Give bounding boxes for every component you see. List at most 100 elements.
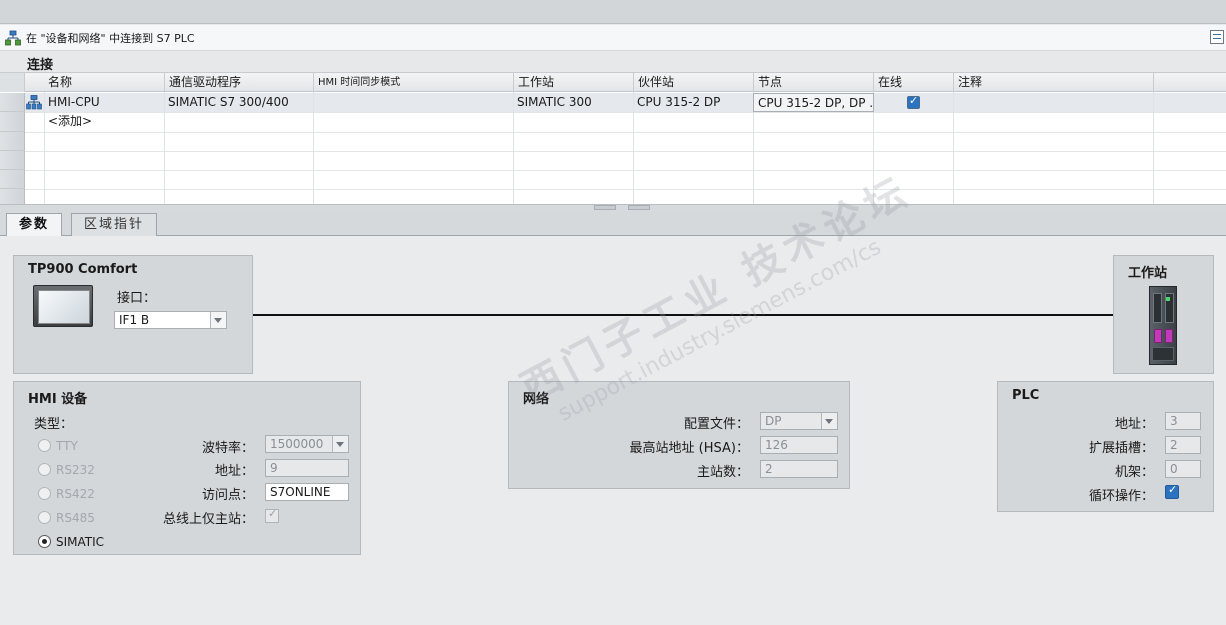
- masters-field[interactable]: 2: [760, 460, 838, 478]
- cell-partner[interactable]: CPU 315-2 DP: [633, 93, 753, 112]
- row-header[interactable]: [0, 93, 25, 112]
- col-partner[interactable]: 伙伴站: [634, 73, 754, 92]
- properties-tabs: 参数 区域指针: [0, 211, 1226, 237]
- masters-label: 主站数：: [696, 465, 749, 480]
- row-divider: [25, 151, 1226, 152]
- hmi-address-label: 地址：: [214, 464, 254, 479]
- cell-node[interactable]: CPU 315-2 DP, DP ...: [753, 93, 874, 112]
- radio-rs422-label: RS422: [56, 487, 95, 501]
- col-online[interactable]: 在线: [874, 73, 954, 92]
- plc-dp-port: [1165, 329, 1173, 343]
- station-title: 工作站: [1128, 266, 1168, 281]
- col-time-sync[interactable]: HMI 时间同步模式: [314, 73, 514, 92]
- tab-parameters[interactable]: 参数: [6, 213, 63, 237]
- hmi-device-title: TP900 Comfort: [28, 262, 138, 277]
- master-only-label: 总线上仅主站：: [162, 512, 254, 527]
- row-header[interactable]: [0, 132, 25, 151]
- connections-heading: 连接: [27, 58, 54, 73]
- hmi-panel-image: [33, 285, 93, 327]
- profile-value: DP: [765, 414, 782, 428]
- editor-title: 在 "设备和网络" 中连接到 S7 PLC: [26, 31, 195, 45]
- plc-dp-port: [1154, 329, 1162, 343]
- col-node[interactable]: 节点: [754, 73, 874, 92]
- radio-rs422[interactable]: [38, 487, 51, 500]
- access-point-label: 访问点：: [201, 488, 254, 503]
- radio-simatic-label: SIMATIC: [56, 535, 105, 549]
- plc-module-slot: [1153, 293, 1162, 323]
- baud-select[interactable]: 1500000: [265, 435, 349, 453]
- radio-tty-label: TTY: [56, 439, 78, 453]
- row-header[interactable]: [0, 151, 25, 170]
- plc-address-field[interactable]: 3: [1165, 412, 1201, 430]
- col-driver[interactable]: 通信驱动程序: [165, 73, 314, 92]
- radio-tty[interactable]: [38, 439, 51, 452]
- rack-label: 机架：: [1114, 465, 1154, 480]
- interface-select[interactable]: IF1 B: [114, 311, 227, 329]
- row-divider: [25, 132, 1226, 133]
- expansion-slot-field[interactable]: 2: [1165, 436, 1201, 454]
- collapse-down-handle[interactable]: [628, 205, 650, 210]
- row-divider: [25, 112, 1226, 113]
- radio-rs485-label: RS485: [56, 511, 95, 525]
- baud-label: 波特率：: [201, 441, 254, 456]
- tab-area-pointers[interactable]: 区域指针: [71, 213, 158, 236]
- plc-base: [1152, 347, 1174, 361]
- radio-rs485[interactable]: [38, 511, 51, 524]
- row-header[interactable]: [0, 189, 25, 204]
- col-name[interactable]: 名称: [44, 73, 165, 92]
- online-checkbox[interactable]: [907, 94, 920, 109]
- top-strip: [0, 0, 1226, 24]
- table-header: 名称 通信驱动程序 HMI 时间同步模式 工作站 伙伴站 节点 在线 注释: [0, 73, 1226, 92]
- plc-panel: PLC 地址： 3 扩展插槽： 2 机架： 0 循环操作：: [997, 381, 1214, 512]
- connection-bus-line: [253, 314, 1113, 316]
- add-connection-row[interactable]: <添加>: [44, 112, 164, 131]
- rack-field[interactable]: 0: [1165, 460, 1201, 478]
- hsa-field[interactable]: 126: [760, 436, 838, 454]
- col-comment[interactable]: 注释: [954, 73, 1154, 92]
- connections-table: 名称 通信驱动程序 HMI 时间同步模式 工作站 伙伴站 节点 在线 注释 HM…: [0, 72, 1226, 204]
- plc-status-led: [1166, 297, 1170, 301]
- chevron-down-icon: [336, 442, 344, 447]
- cell-comment[interactable]: [953, 93, 1153, 112]
- row-header[interactable]: [0, 112, 25, 132]
- cyclic-operation-label: 循环操作：: [1088, 489, 1154, 504]
- corner-cell: [0, 73, 25, 92]
- row-header[interactable]: [0, 170, 25, 189]
- expansion-slot-label: 扩展插槽：: [1088, 441, 1154, 456]
- network-panel: 网络 配置文件： DP 最高站地址 (HSA)： 126 主站数： 2: [508, 381, 850, 489]
- profile-select[interactable]: DP: [760, 412, 838, 430]
- col-station[interactable]: 工作站: [514, 73, 634, 92]
- type-label: 类型：: [34, 417, 74, 432]
- collapse-up-handle[interactable]: [594, 205, 616, 210]
- access-point-field[interactable]: S7ONLINE: [265, 483, 349, 501]
- cyclic-operation-checkbox[interactable]: [1165, 483, 1179, 499]
- plc-station-image: [1149, 286, 1177, 365]
- editor-title-bar: 在 "设备和网络" 中连接到 S7 PLC: [0, 25, 1226, 51]
- radio-rs232-label: RS232: [56, 463, 95, 477]
- hmi-settings-panel: HMI 设备 类型： TTY RS232 RS422 RS485 SIMATIC…: [13, 381, 361, 555]
- chevron-down-icon: [214, 318, 222, 323]
- cell-driver[interactable]: SIMATIC S7 300/400: [164, 93, 313, 112]
- network-title: 网络: [523, 392, 550, 407]
- master-only-checkbox[interactable]: [265, 507, 279, 523]
- col-divider: [1153, 92, 1154, 204]
- cell-station[interactable]: SIMATIC 300: [513, 93, 633, 112]
- plc-title: PLC: [1012, 388, 1040, 403]
- plc-address-label: 地址：: [1114, 417, 1154, 432]
- radio-simatic[interactable]: [38, 535, 51, 548]
- network-connection-icon: [5, 30, 21, 45]
- chevron-down-icon: [825, 419, 833, 424]
- cell-time-sync[interactable]: [313, 93, 513, 112]
- hmi-address-field[interactable]: 9: [265, 459, 349, 477]
- station-panel[interactable]: 工作站: [1113, 255, 1214, 374]
- splitter-bar[interactable]: [0, 204, 1226, 211]
- panel-toggle-icon[interactable]: [1210, 30, 1224, 44]
- profile-label: 配置文件：: [683, 417, 749, 432]
- radio-rs232[interactable]: [38, 463, 51, 476]
- interface-label: 接口：: [117, 291, 157, 306]
- row-divider: [25, 170, 1226, 171]
- cell-name[interactable]: HMI-CPU: [44, 93, 164, 112]
- row-divider: [25, 189, 1226, 190]
- interface-value: IF1 B: [119, 313, 150, 327]
- hmi-device-panel[interactable]: TP900 Comfort 接口： IF1 B: [13, 255, 253, 374]
